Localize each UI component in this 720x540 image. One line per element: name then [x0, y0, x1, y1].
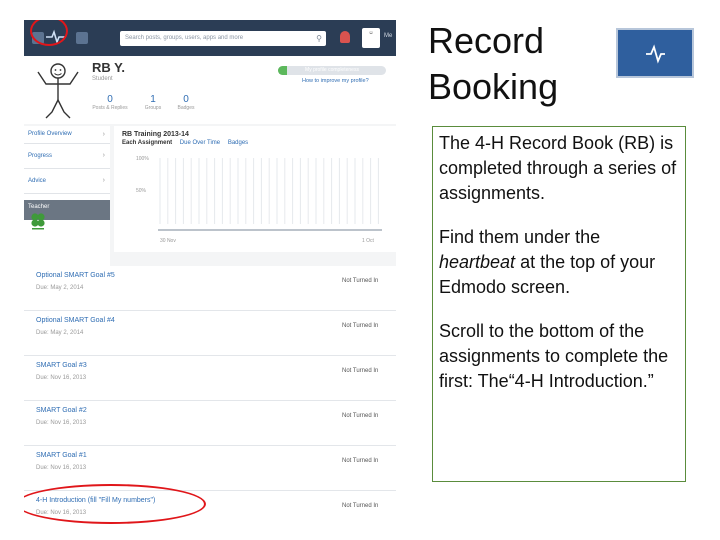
x-tick-label: 1 Oct: [362, 238, 374, 244]
sidebar-item-advice[interactable]: Advice ›: [24, 169, 110, 194]
top-nav-bar: Search posts, groups, users, apps and mo…: [24, 20, 396, 56]
progress-chart: [158, 158, 382, 231]
tab-each-assignment[interactable]: Each Assignment: [122, 140, 172, 146]
sidebar-item-label: Advice: [28, 178, 47, 184]
library-icon[interactable]: [76, 32, 88, 44]
assignment-status: Not Turned In: [342, 458, 379, 464]
assignment-row[interactable]: Optional SMART Goal #5 Due: May 2, 2014 No…: [24, 266, 396, 311]
assignment-due-date: Due: May 2, 2014: [36, 285, 84, 291]
x-tick-label: 30 Nov: [160, 238, 176, 244]
paragraph-text: The 4-H Record Book (RB) is completed th…: [439, 133, 677, 203]
search-icon[interactable]: ⚲: [316, 34, 322, 43]
stat-label: Badges: [177, 105, 195, 111]
progress-chart-panel: RB Training 2013-14 Each Assignment Due …: [114, 126, 396, 252]
assignment-row[interactable]: SMART Goal #2 Due: Nov 16, 2013 Not Turned…: [24, 401, 396, 446]
me-menu[interactable]: Me: [384, 33, 392, 39]
assignment-due-date: Due: May 2, 2014: [36, 330, 84, 336]
search-placeholder: Search posts, groups, users, apps and mo…: [125, 35, 244, 41]
assignment-status: Not Turned In: [342, 413, 379, 419]
profile-completeness-bar: My profile completeness: [278, 66, 386, 75]
stat-label: Posts & Replies: [92, 105, 128, 111]
progress-label: My profile completeness: [305, 67, 359, 73]
assignment-status: Not Turned In: [342, 323, 379, 329]
profile-sidebar: Profile Overview › Progress › Advice › T…: [24, 126, 110, 288]
assignment-title[interactable]: SMART Goal #1: [36, 452, 87, 459]
bell-icon[interactable]: [340, 31, 350, 43]
assignment-title[interactable]: Optional SMART Goal #5: [36, 272, 115, 279]
stat-value: 0: [183, 94, 189, 105]
avatar[interactable]: ☺: [362, 28, 380, 48]
search-input[interactable]: Search posts, groups, users, apps and mo…: [120, 31, 326, 46]
y-tick-label: 100%: [136, 156, 149, 162]
chart-title: RB Training 2013-14: [122, 131, 189, 138]
sidebar-item-label: Profile Overview: [28, 131, 72, 137]
y-tick-label: 50%: [136, 188, 147, 194]
assignment-title[interactable]: SMART Goal #2: [36, 407, 87, 414]
assignment-status: Not Turned In: [342, 368, 379, 374]
assignment-status: Not Turned In: [342, 278, 379, 284]
assignment-title[interactable]: Optional SMART Goal #4: [36, 317, 115, 324]
paragraph-text: Scroll to the bottom of the assignments …: [439, 321, 669, 391]
chevron-right-icon: ›: [102, 152, 105, 159]
assignment-due-date: Due: Nov 16, 2013: [36, 375, 87, 381]
chart-tabs: Each Assignment Due Over Time Badges: [122, 140, 248, 146]
edmodo-screenshot: Search posts, groups, users, apps and mo…: [24, 20, 396, 526]
heartbeat-button-icon: [616, 28, 694, 78]
assignment-title[interactable]: SMART Goal #3: [36, 362, 87, 369]
chevron-right-icon: ›: [102, 177, 105, 184]
assignment-row[interactable]: SMART Goal #3 Due: Nov 16, 2013 Not Turned…: [24, 356, 396, 401]
instruction-paragraph: Scroll to the bottom of the assignments …: [439, 319, 679, 394]
paragraph-text: Find them under the: [439, 227, 601, 247]
tab-badges[interactable]: Badges: [228, 140, 248, 146]
instruction-paragraph: Find them under the heartbeat at the top…: [439, 225, 679, 300]
instructions-box: The 4-H Record Book (RB) is completed th…: [432, 126, 686, 482]
assignment-status: Not Turned In: [342, 503, 379, 509]
profile-role: Student: [92, 76, 113, 82]
improve-profile-link[interactable]: How to improve my profile?: [302, 78, 369, 84]
sidebar-item-profile-overview[interactable]: Profile Overview ›: [24, 126, 110, 144]
stat-badges[interactable]: 0 Badges: [166, 94, 206, 112]
clover-icon[interactable]: [30, 212, 46, 230]
chevron-right-icon: ›: [102, 131, 105, 138]
stick-figure-avatar: [37, 63, 79, 119]
stat-posts[interactable]: 0 Posts & Replies: [90, 94, 130, 112]
slide-title: Record Booking: [428, 20, 559, 107]
sidebar-item-label: Progress: [28, 153, 53, 159]
assignment-row[interactable]: Optional SMART Goal #4 Due: May 2, 2014 No…: [24, 311, 396, 356]
instruction-paragraph: The 4-H Record Book (RB) is completed th…: [439, 131, 679, 206]
introduction-highlight-ellipse: [24, 484, 206, 524]
tab-due-over-time[interactable]: Due Over Time: [180, 140, 220, 146]
assignment-due-date: Due: Nov 16, 2013: [36, 465, 87, 471]
profile-name: RB Y.: [92, 60, 125, 75]
stat-value: 0: [107, 94, 113, 105]
heartbeat-icon: [646, 44, 665, 64]
assignment-due-date: Due: Nov 16, 2013: [36, 420, 87, 426]
profile-header: RB Y. Student 0 Posts & Replies 1 Groups…: [24, 56, 396, 124]
sidebar-item-progress[interactable]: Progress ›: [24, 144, 110, 169]
paragraph-emphasis: heartbeat: [439, 252, 516, 272]
